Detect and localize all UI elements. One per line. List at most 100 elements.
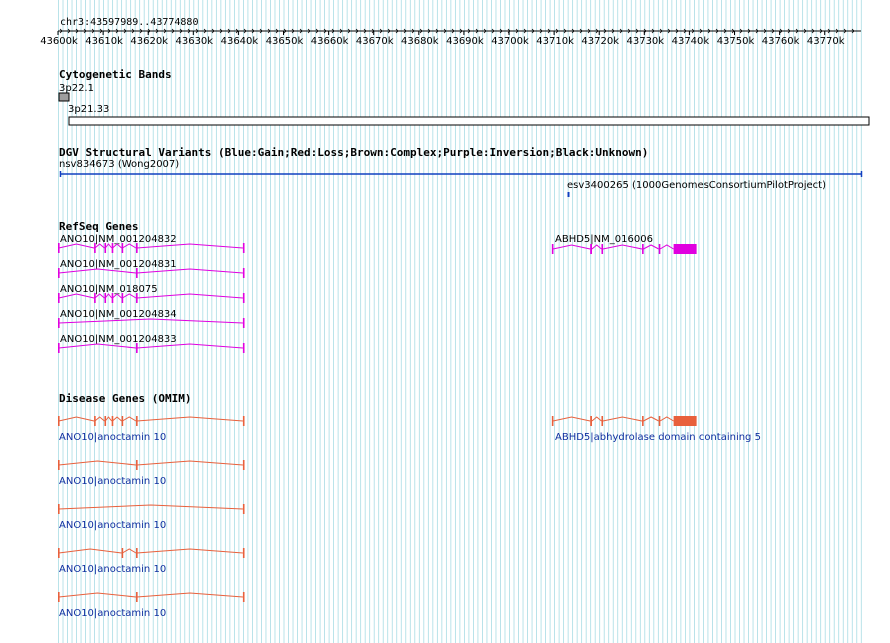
exon-tick bbox=[58, 460, 60, 470]
track-refseq[interactable]: RefSeq Genes ANO10|NM_001204832ANO10|NM_… bbox=[58, 220, 697, 353]
exon-tick bbox=[121, 548, 124, 558]
intron bbox=[643, 416, 659, 422]
ruler-ticks: 43600k 43610k 43620k 43630k 43640k 43650k 4366… bbox=[40, 31, 845, 47]
intron bbox=[136, 416, 243, 422]
dgv-feature-bar[interactable] bbox=[567, 192, 570, 197]
intron bbox=[58, 504, 243, 510]
ruler-tick-label: 43730k bbox=[626, 36, 664, 47]
exon-tick bbox=[242, 343, 245, 353]
exon-tick bbox=[121, 416, 124, 426]
dgv-features[interactable]: nsv834673 (Wong2007) esv3400265 (1000Geno… bbox=[59, 159, 863, 197]
exon-tick bbox=[58, 343, 60, 353]
exon-tick bbox=[136, 416, 138, 426]
exon-tick bbox=[136, 460, 138, 470]
exon-tick bbox=[242, 592, 245, 602]
ruler-tick-label: 43740k bbox=[672, 36, 710, 47]
exon-tick bbox=[136, 268, 138, 278]
exon-tick bbox=[242, 504, 245, 514]
refseq-gene-label: ABHD5|NM_016006 bbox=[555, 234, 653, 245]
track-title-cytoband: Cytogenetic Bands bbox=[59, 68, 172, 81]
exon-tick bbox=[94, 416, 96, 426]
ruler-tick-label: 43640k bbox=[221, 36, 259, 47]
ruler-tick-label: 43690k bbox=[446, 36, 484, 47]
exon-tick bbox=[136, 243, 138, 253]
dgv-feature-label: esv3400265 (1000GenomesConsortiumPilotPr… bbox=[567, 180, 826, 191]
exon-tick bbox=[58, 268, 60, 278]
region-label: chr3:43597989..43774880 bbox=[60, 17, 198, 28]
exon-tick bbox=[601, 244, 604, 254]
ruler-tick-label: 43750k bbox=[717, 36, 755, 47]
background-grid bbox=[58, 0, 862, 643]
track-title-refseq: RefSeq Genes bbox=[59, 220, 138, 233]
ruler-tick-label: 43660k bbox=[311, 36, 349, 47]
exon-tick bbox=[242, 293, 245, 303]
exon-block bbox=[673, 244, 697, 254]
exon-tick bbox=[242, 268, 245, 278]
intron bbox=[58, 460, 137, 466]
exon-tick bbox=[58, 504, 60, 514]
dgv-feature-label: nsv834673 (Wong2007) bbox=[59, 159, 179, 170]
refseq-gene-label: ANO10|NM_001204832 bbox=[60, 234, 177, 245]
cytoband-block[interactable] bbox=[68, 116, 870, 126]
omim-gene-label[interactable]: ANO10|anoctamin 10 bbox=[59, 476, 166, 487]
track-dgv[interactable]: DGV Structural Variants (Blue:Gain;Red:L… bbox=[59, 146, 863, 197]
refseq-features[interactable]: ANO10|NM_001204832 ANO10|NM_001204831 ANO1… bbox=[58, 234, 697, 353]
exon-tick bbox=[590, 244, 592, 254]
exon-tick bbox=[111, 293, 114, 303]
intron bbox=[122, 416, 137, 422]
omim-gene-label[interactable]: ANO10|anoctamin 10 bbox=[59, 608, 166, 619]
intron bbox=[136, 592, 243, 598]
exon-tick bbox=[242, 318, 245, 328]
exon-tick bbox=[111, 416, 114, 426]
exon-tick bbox=[590, 416, 592, 426]
exon-tick bbox=[551, 416, 554, 426]
intron bbox=[136, 548, 243, 554]
track-omim[interactable]: Disease Genes (OMIM) ANO10|anoctamin 10A… bbox=[58, 392, 761, 619]
ruler-tick-label: 43760k bbox=[762, 36, 800, 47]
ruler-tick-label: 43630k bbox=[175, 36, 213, 47]
omim-gene-label[interactable]: ANO10|anoctamin 10 bbox=[59, 432, 166, 443]
exon-tick bbox=[242, 416, 245, 426]
omim-gene-label[interactable]: ANO10|anoctamin 10 bbox=[59, 520, 166, 531]
exon-tick bbox=[658, 244, 661, 254]
exon-tick bbox=[242, 460, 245, 470]
omim-gene-label[interactable]: ABHD5|abhydrolase domain containing 5 bbox=[555, 432, 761, 443]
exon-tick bbox=[94, 243, 96, 253]
intron bbox=[552, 416, 591, 422]
intron bbox=[58, 592, 137, 598]
genome-browser-panel: chr3:43597989..43774880 43600k 43610k 4362… bbox=[0, 0, 890, 643]
gene-model[interactable] bbox=[551, 416, 697, 426]
exon-tick bbox=[242, 548, 245, 558]
ruler-tick-label: 43600k bbox=[40, 36, 78, 47]
gene-model[interactable] bbox=[551, 244, 697, 254]
cytoband-block[interactable] bbox=[58, 92, 70, 102]
exon-block bbox=[673, 416, 697, 426]
omim-gene-label[interactable]: ANO10|anoctamin 10 bbox=[59, 564, 166, 575]
exon-tick bbox=[121, 243, 124, 253]
exon-tick bbox=[111, 243, 114, 253]
exon-tick bbox=[658, 416, 661, 426]
exon-tick bbox=[58, 318, 60, 328]
ruler-tick-label: 43700k bbox=[491, 36, 529, 47]
exon-tick bbox=[601, 416, 604, 426]
ruler-tick-label: 43710k bbox=[536, 36, 574, 47]
exon-tick bbox=[551, 244, 554, 254]
intron bbox=[552, 244, 591, 250]
ruler-tick-label: 43720k bbox=[581, 36, 619, 47]
intron bbox=[136, 460, 243, 466]
cytoband-label: 3p22.1 bbox=[59, 83, 94, 94]
exon-tick bbox=[104, 416, 107, 426]
intron bbox=[643, 244, 659, 250]
exon-tick bbox=[58, 243, 60, 253]
intron bbox=[122, 548, 137, 554]
exon-tick bbox=[136, 592, 138, 602]
exon-tick bbox=[58, 293, 60, 303]
ruler-tick-label: 43650k bbox=[266, 36, 304, 47]
ruler-tick-label: 43620k bbox=[130, 36, 168, 47]
ruler-tick-label: 43670k bbox=[356, 36, 394, 47]
exon-tick bbox=[58, 592, 60, 602]
exon-tick bbox=[121, 293, 124, 303]
refseq-gene-label: ANO10|NM_001204833 bbox=[60, 334, 177, 345]
omim-features[interactable]: ANO10|anoctamin 10 ANO10|anoctamin 10 ANO1… bbox=[58, 416, 761, 619]
exon-tick bbox=[136, 343, 138, 353]
